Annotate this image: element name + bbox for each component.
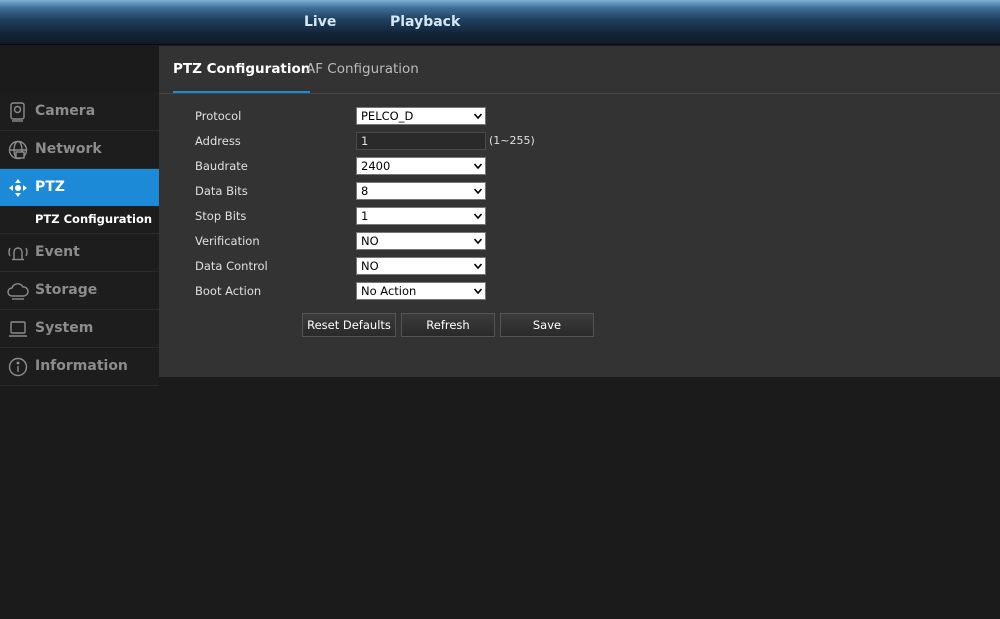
content-panel: PTZ Configuration AF Configuration Proto… <box>159 46 1000 377</box>
address-range-hint: (1~255) <box>489 134 535 147</box>
protocol-select[interactable]: PELCO_D <box>356 107 486 125</box>
sidebar-item-label: PTZ <box>35 179 65 195</box>
sidebar-item-system[interactable]: System <box>0 310 159 348</box>
chevron-down-icon <box>474 188 482 195</box>
reset-defaults-button[interactable]: Reset Defaults <box>302 313 396 337</box>
ptz-icon <box>7 177 29 199</box>
data-control-select[interactable]: NO <box>356 257 486 275</box>
verification-row: Verification NO <box>195 232 895 252</box>
verification-select[interactable]: NO <box>356 232 486 250</box>
data-control-value: NO <box>361 259 379 273</box>
stop-bits-value: 1 <box>361 209 369 223</box>
protocol-row: Protocol PELCO_D <box>195 107 895 127</box>
tab-ptz-configuration[interactable]: PTZ Configuration <box>173 46 311 93</box>
nav-playback[interactable]: Playback <box>390 0 460 44</box>
storage-icon <box>7 280 29 302</box>
tab-bar: PTZ Configuration AF Configuration <box>159 46 1000 94</box>
data-bits-select[interactable]: 8 <box>356 182 486 200</box>
stop-bits-select[interactable]: 1 <box>356 207 486 225</box>
boot-action-row: Boot Action No Action <box>195 282 895 302</box>
data-control-row: Data Control NO <box>195 257 895 277</box>
sidebar-item-label: Camera <box>35 103 96 119</box>
refresh-button[interactable]: Refresh <box>401 313 495 337</box>
protocol-value: PELCO_D <box>361 109 414 123</box>
boot-action-label: Boot Action <box>195 284 262 298</box>
address-input[interactable]: 1 <box>356 132 486 150</box>
information-icon <box>7 356 29 378</box>
chevron-down-icon <box>474 163 482 170</box>
sidebar-item-label: Network <box>35 141 102 157</box>
address-label: Address <box>195 134 241 148</box>
data-bits-label: Data Bits <box>195 184 248 198</box>
baudrate-label: Baudrate <box>195 159 248 173</box>
event-icon <box>7 242 29 264</box>
baudrate-row: Baudrate 2400 <box>195 157 895 177</box>
stop-bits-label: Stop Bits <box>195 209 247 223</box>
sidebar-item-information[interactable]: Information <box>0 348 159 386</box>
network-icon <box>7 139 29 161</box>
sidebar-item-event[interactable]: Event <box>0 234 159 272</box>
boot-action-select[interactable]: No Action <box>356 282 486 300</box>
sidebar-item-camera[interactable]: Camera <box>0 93 159 131</box>
data-control-label: Data Control <box>195 259 268 273</box>
data-bits-row: Data Bits 8 <box>195 182 895 202</box>
sidebar-item-label: Storage <box>35 282 98 298</box>
chevron-down-icon <box>474 263 482 270</box>
protocol-label: Protocol <box>195 109 242 123</box>
chevron-down-icon <box>474 113 482 120</box>
top-bar: Live Playback <box>0 0 1000 45</box>
tab-af-configuration[interactable]: AF Configuration <box>306 46 419 91</box>
sidebar-item-label: Event <box>35 244 80 260</box>
sidebar-item-network[interactable]: Network <box>0 131 159 169</box>
verification-label: Verification <box>195 234 260 248</box>
chevron-down-icon <box>474 288 482 295</box>
boot-action-value: No Action <box>361 284 417 298</box>
verification-value: NO <box>361 234 379 248</box>
baudrate-select[interactable]: 2400 <box>356 157 486 175</box>
baudrate-value: 2400 <box>361 159 391 173</box>
address-row: Address 1 (1~255) <box>195 132 895 152</box>
chevron-down-icon <box>474 213 482 220</box>
save-button[interactable]: Save <box>500 313 594 337</box>
camera-icon <box>7 101 29 123</box>
sidebar: Camera Network PTZ PTZ Configuration Eve… <box>0 93 168 386</box>
sidebar-item-label: Information <box>35 358 128 374</box>
sidebar-item-ptz[interactable]: PTZ <box>0 169 168 206</box>
sidebar-item-storage[interactable]: Storage <box>0 272 159 310</box>
stop-bits-row: Stop Bits 1 <box>195 207 895 227</box>
chevron-down-icon <box>474 238 482 245</box>
nav-live[interactable]: Live <box>304 0 336 44</box>
data-bits-value: 8 <box>361 184 369 198</box>
sidebar-item-label: System <box>35 320 94 336</box>
sidebar-subitem-ptz-configuration[interactable]: PTZ Configuration <box>0 206 159 234</box>
system-icon <box>7 318 29 340</box>
